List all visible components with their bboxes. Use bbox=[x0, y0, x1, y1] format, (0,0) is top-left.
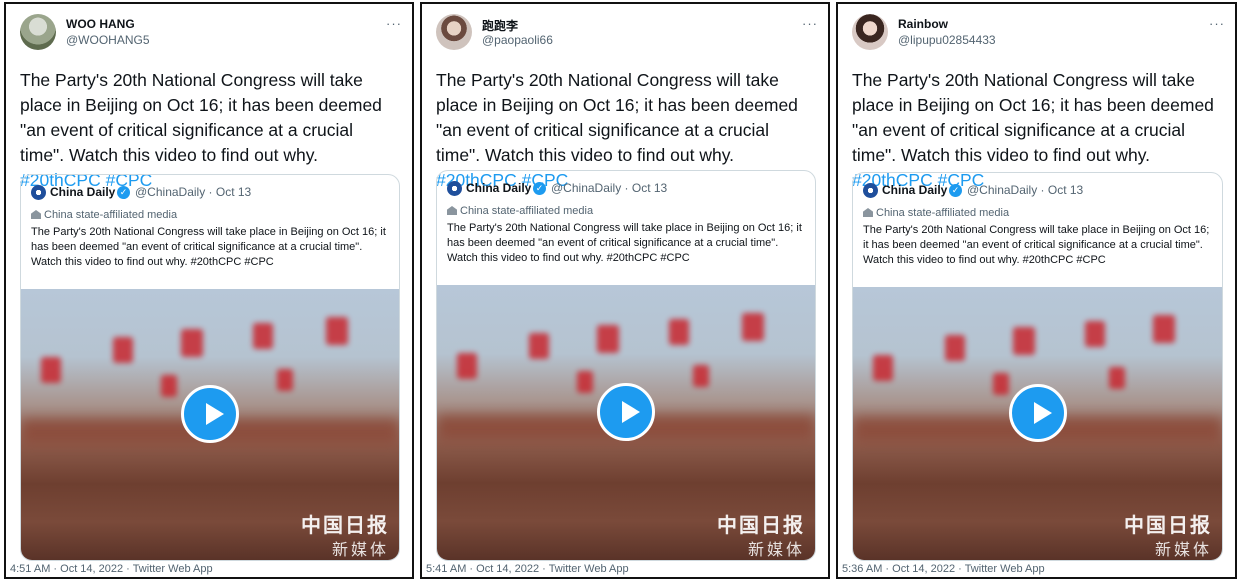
quoted-tweet[interactable]: China Daily ✓ @ChinaDaily · Oct 13 China… bbox=[20, 174, 400, 561]
user-handle[interactable]: @WOOHANG5 bbox=[66, 33, 150, 47]
flag bbox=[577, 371, 593, 393]
tweet-panel-3: Rainbow @lipupu02854433 ··· The Party's … bbox=[836, 2, 1237, 579]
tweet-timestamp[interactable]: 4:51 AM · Oct 14, 2022 · Twitter Web App bbox=[10, 563, 213, 575]
video-player[interactable]: 中国日报 新媒体 bbox=[853, 287, 1222, 560]
state-media-icon bbox=[447, 206, 457, 215]
avatar[interactable] bbox=[852, 14, 888, 50]
flag bbox=[457, 353, 477, 379]
tweet-text-body: The Party's 20th National Congress will … bbox=[20, 70, 382, 165]
flag bbox=[597, 325, 619, 353]
quoted-user-name: China Daily bbox=[882, 183, 948, 197]
verified-badge-icon: ✓ bbox=[533, 182, 546, 195]
flag bbox=[1085, 321, 1105, 347]
flag bbox=[529, 333, 549, 359]
watermark-top: 中国日报 bbox=[301, 515, 389, 537]
flag bbox=[1013, 327, 1035, 355]
quoted-tweet[interactable]: China Daily ✓ @ChinaDaily · Oct 13 China… bbox=[852, 172, 1223, 561]
state-media-icon bbox=[863, 208, 873, 217]
quoted-text: The Party's 20th National Congress will … bbox=[447, 222, 802, 264]
flag bbox=[693, 365, 709, 387]
more-icon[interactable]: ··· bbox=[1209, 16, 1225, 31]
quoted-handle-date: @ChinaDaily · Oct 13 bbox=[967, 183, 1084, 197]
tweet-text-body: The Party's 20th National Congress will … bbox=[436, 70, 798, 165]
quoted-handle-date: @ChinaDaily · Oct 13 bbox=[551, 181, 668, 195]
verified-badge-icon: ✓ bbox=[949, 184, 962, 197]
quoted-header: China Daily ✓ @ChinaDaily · Oct 13 bbox=[447, 181, 807, 197]
flag bbox=[277, 369, 293, 391]
flag bbox=[326, 317, 348, 345]
quoted-tweet[interactable]: China Daily ✓ @ChinaDaily · Oct 13 China… bbox=[436, 170, 816, 561]
state-media-label: China state-affiliated media bbox=[31, 209, 177, 221]
watermark-bottom: 新媒体 bbox=[747, 542, 805, 559]
tweet-text-body: The Party's 20th National Congress will … bbox=[852, 70, 1214, 165]
tweet-panel-1: WOO HANG @WOOHANG5 ··· The Party's 20th … bbox=[4, 2, 414, 579]
video-player[interactable]: 中国日报 新媒体 bbox=[437, 285, 815, 560]
quoted-text: The Party's 20th National Congress will … bbox=[863, 224, 1210, 266]
flag bbox=[1153, 315, 1175, 343]
state-media-label: China state-affiliated media bbox=[863, 207, 1009, 219]
tweet-header: 跑跑李 @paopaoli66 ··· bbox=[436, 14, 818, 54]
play-icon[interactable] bbox=[181, 384, 239, 443]
tweet-header: Rainbow @lipupu02854433 ··· bbox=[852, 14, 1225, 54]
tweet-timestamp[interactable]: 5:36 AM · Oct 14, 2022 · Twitter Web App bbox=[842, 563, 1045, 575]
avatar[interactable] bbox=[20, 14, 56, 50]
quoted-header: China Daily ✓ @ChinaDaily · Oct 13 bbox=[31, 185, 391, 201]
flag bbox=[1109, 367, 1125, 389]
china-daily-logo bbox=[447, 181, 462, 196]
state-media-icon bbox=[31, 210, 41, 219]
watermark-top: 中国日报 bbox=[717, 515, 805, 537]
state-media-label: China state-affiliated media bbox=[447, 205, 593, 217]
flag bbox=[41, 357, 61, 383]
tweet-timestamp[interactable]: 5:41 AM · Oct 14, 2022 · Twitter Web App bbox=[426, 563, 629, 575]
tweet-header: WOO HANG @WOOHANG5 ··· bbox=[20, 14, 402, 54]
quoted-user-name: China Daily bbox=[50, 185, 116, 199]
user-name[interactable]: WOO HANG bbox=[66, 17, 135, 31]
play-icon[interactable] bbox=[597, 382, 655, 441]
watermark-bottom: 新媒体 bbox=[331, 542, 389, 559]
user-name[interactable]: Rainbow bbox=[898, 17, 948, 31]
flag bbox=[161, 375, 177, 397]
flag bbox=[669, 319, 689, 345]
quoted-header: China Daily ✓ @ChinaDaily · Oct 13 bbox=[863, 183, 1214, 199]
user-handle[interactable]: @lipupu02854433 bbox=[898, 33, 996, 47]
watermark-top: 中国日报 bbox=[1124, 515, 1212, 537]
user-name[interactable]: 跑跑李 bbox=[482, 17, 518, 34]
more-icon[interactable]: ··· bbox=[802, 16, 818, 31]
user-handle[interactable]: @paopaoli66 bbox=[482, 33, 553, 47]
watermark-bottom: 新媒体 bbox=[1154, 542, 1212, 559]
flag bbox=[253, 323, 273, 349]
verified-badge-icon: ✓ bbox=[117, 186, 130, 199]
state-media-text: China state-affiliated media bbox=[460, 205, 594, 217]
flag bbox=[181, 329, 203, 357]
state-media-text: China state-affiliated media bbox=[876, 207, 1010, 219]
more-icon[interactable]: ··· bbox=[386, 16, 402, 31]
avatar[interactable] bbox=[436, 14, 472, 50]
quoted-handle-date: @ChinaDaily · Oct 13 bbox=[135, 185, 252, 199]
flag bbox=[945, 335, 965, 361]
flag bbox=[873, 355, 893, 381]
video-player[interactable]: 中国日报 新媒体 bbox=[21, 289, 399, 560]
quoted-text: The Party's 20th National Congress will … bbox=[31, 226, 386, 268]
state-media-text: China state-affiliated media bbox=[44, 209, 178, 221]
quoted-user-name: China Daily bbox=[466, 181, 532, 195]
china-daily-logo bbox=[863, 183, 878, 198]
play-icon[interactable] bbox=[1008, 383, 1067, 442]
tweet-panel-2: 跑跑李 @paopaoli66 ··· The Party's 20th Nat… bbox=[420, 2, 830, 579]
flag bbox=[742, 313, 764, 341]
china-daily-logo bbox=[31, 185, 46, 200]
flag bbox=[113, 337, 133, 363]
flag bbox=[993, 373, 1009, 395]
